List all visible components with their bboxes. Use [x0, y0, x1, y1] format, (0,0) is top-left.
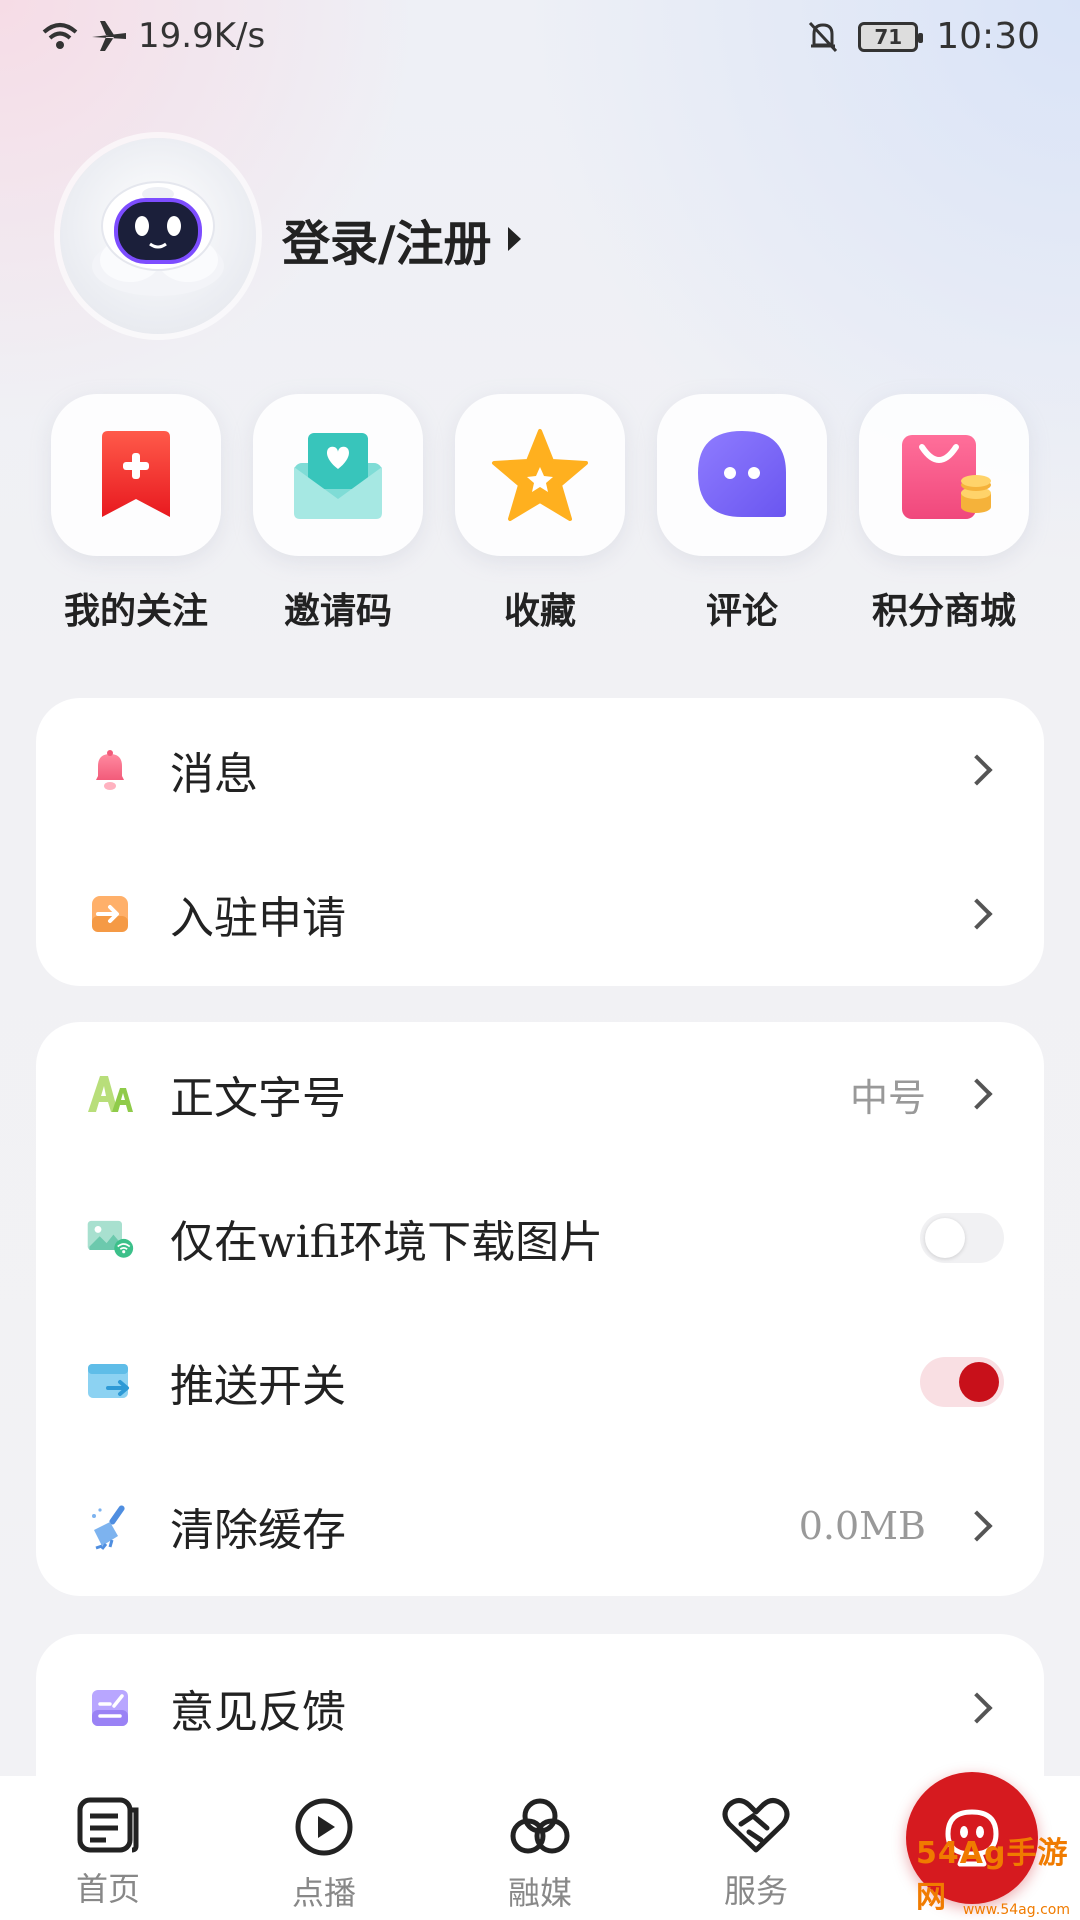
- wifi-icon: [42, 23, 78, 49]
- row-label: 消息: [170, 749, 258, 800]
- airplane-icon: [92, 21, 126, 51]
- tab-label: 点播: [291, 1874, 356, 1912]
- image-wifi-icon: [87, 1220, 134, 1258]
- heart-handshake-icon: [722, 1798, 790, 1853]
- shortcut-label: 收藏: [503, 590, 576, 632]
- row-label: 仅在wifi环境下载图片: [170, 1217, 604, 1268]
- shortcut-invite-code[interactable]: 邀请码: [238, 394, 438, 634]
- home-article-icon: [77, 1797, 139, 1853]
- cache-size-value: 0.0MB: [798, 1504, 926, 1548]
- caret-right-icon: [507, 227, 521, 251]
- chevron-right-icon: [961, 1510, 993, 1542]
- network-speed: 19.9K/s: [138, 16, 266, 56]
- card-account: 消息 入驻申请: [36, 698, 1044, 986]
- shortcut-label: 评论: [705, 590, 778, 632]
- pink-shopping-bag-icon: [902, 435, 991, 519]
- row-messages[interactable]: 消息: [36, 698, 1044, 842]
- font-size-icon: [88, 1076, 133, 1112]
- row-label: 入驻申请: [170, 893, 346, 944]
- row-clear-cache[interactable]: 清除缓存 0.0MB: [36, 1454, 1044, 1598]
- tab-vod[interactable]: 点播: [254, 1796, 394, 1914]
- push-toggle[interactable]: [920, 1357, 1004, 1407]
- row-feedback[interactable]: 意见反馈: [36, 1636, 1044, 1780]
- row-label: 意见反馈: [170, 1687, 346, 1738]
- login-label: 登录/注册: [282, 216, 492, 272]
- shortcut-my-follows[interactable]: 我的关注: [36, 394, 236, 634]
- yellow-star-icon: [492, 429, 588, 521]
- media-circles-icon: [510, 1798, 570, 1854]
- tab-label: 服务: [723, 1872, 788, 1910]
- chevron-right-icon: [961, 1078, 993, 1110]
- chevron-right-icon: [961, 898, 993, 930]
- watermark: 54Ag手游网 www.54ag.com: [916, 1836, 1076, 1918]
- row-wifi-image-download: 仅在wifi环境下载图片: [36, 1166, 1044, 1310]
- enter-icon: [92, 896, 128, 932]
- avatar[interactable]: [60, 138, 256, 334]
- font-size-value: 中号: [849, 1075, 926, 1120]
- tab-label: 融媒: [507, 1874, 572, 1912]
- chevron-right-icon: [961, 1692, 993, 1724]
- tab-home[interactable]: 首页: [38, 1796, 178, 1910]
- shortcut-label: 邀请码: [283, 590, 392, 632]
- row-push-switch: 推送开关: [36, 1310, 1044, 1454]
- shortcut-label: 我的关注: [63, 590, 208, 632]
- bell-icon: [96, 750, 124, 790]
- battery-level: 71: [874, 24, 903, 49]
- shortcut-grid: 我的关注 邀请码 收藏 评论 积分商城: [36, 394, 1044, 634]
- battery-indicator: 71: [858, 21, 924, 52]
- teal-envelope-heart-icon: [294, 433, 382, 519]
- shortcut-comments[interactable]: 评论: [642, 394, 842, 634]
- wifi-image-toggle[interactable]: [920, 1213, 1004, 1263]
- tab-media[interactable]: 融媒: [470, 1796, 610, 1914]
- row-settle-application[interactable]: 入驻申请: [36, 842, 1044, 986]
- broom-icon: [92, 1505, 125, 1550]
- shortcut-points-mall[interactable]: 积分商城: [844, 394, 1044, 634]
- shortcut-favorites[interactable]: 收藏: [440, 394, 640, 634]
- robot-avatar-icon: [92, 181, 224, 296]
- tab-label: 首页: [75, 1870, 140, 1908]
- row-font-size[interactable]: 正文字号 中号: [36, 1022, 1044, 1166]
- row-label: 正文字号: [170, 1073, 346, 1124]
- clock: 10:30: [936, 16, 1040, 57]
- shortcut-label: 积分商城: [871, 590, 1016, 632]
- play-icon: [295, 1798, 353, 1856]
- purple-chat-bubble-icon: [698, 431, 786, 517]
- tab-service[interactable]: 服务: [686, 1796, 826, 1912]
- row-label: 清除缓存: [170, 1505, 346, 1556]
- card-settings: 正文字号 中号 仅在wifi环境下载图片 推送开关 清除缓存 0.0MB: [36, 1022, 1044, 1596]
- push-icon: [88, 1364, 129, 1398]
- bell-mute-icon: [809, 21, 838, 52]
- watermark-subtext: www.54ag.com: [962, 1902, 1070, 1918]
- chevron-right-icon: [961, 754, 993, 786]
- feedback-icon: [92, 1690, 128, 1726]
- red-bookmark-plus-icon: [102, 431, 170, 517]
- row-label: 推送开关: [170, 1361, 346, 1412]
- login-register-link[interactable]: 登录/注册: [282, 204, 521, 274]
- status-bar: 19.9K/s 71 10:30: [0, 0, 1080, 76]
